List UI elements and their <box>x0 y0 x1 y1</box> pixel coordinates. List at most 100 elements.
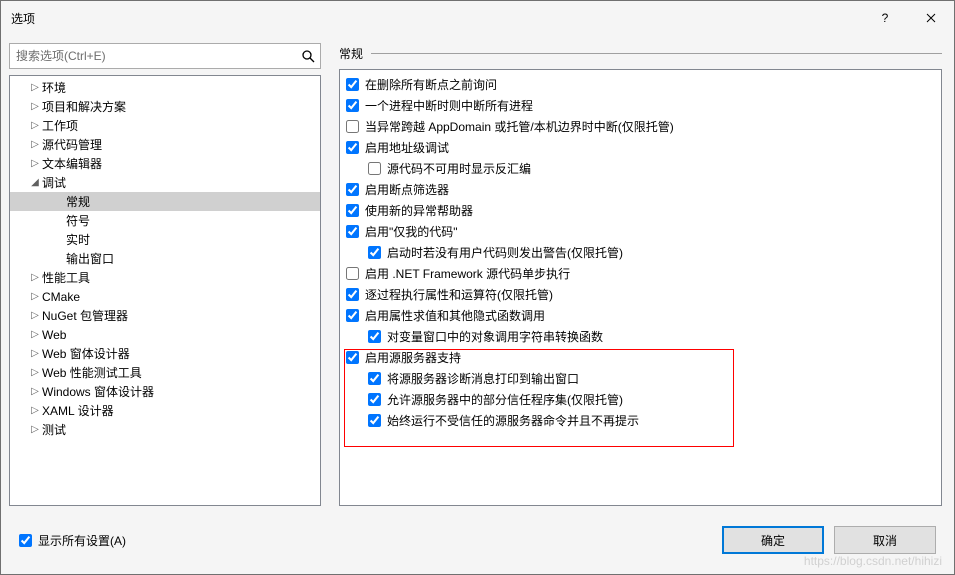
search-icon[interactable] <box>296 49 320 63</box>
option-item[interactable]: 对变量窗口中的对象调用字符串转换函数 <box>344 326 941 347</box>
option-checkbox[interactable] <box>368 246 381 259</box>
search-input[interactable] <box>10 49 296 63</box>
caret-icon: ▷ <box>28 386 42 397</box>
tree-item[interactable]: ▷测试 <box>10 420 320 439</box>
tree-item[interactable]: ▷性能工具 <box>10 268 320 287</box>
close-button[interactable] <box>908 1 954 35</box>
option-label: 将源服务器诊断消息打印到输出窗口 <box>387 370 579 387</box>
tree-item[interactable]: ▷源代码管理 <box>10 135 320 154</box>
tree-item-label: XAML 设计器 <box>42 402 114 419</box>
tree-item[interactable]: ▷NuGet 包管理器 <box>10 306 320 325</box>
option-checkbox[interactable] <box>346 204 359 217</box>
option-label: 启用"仅我的代码" <box>365 223 458 240</box>
options-list[interactable]: 在删除所有断点之前询问一个进程中断时则中断所有进程当异常跨越 AppDomain… <box>340 70 941 505</box>
watermark-text: https://blog.csdn.net/hihizi <box>804 554 942 568</box>
tree-item[interactable]: 符号 <box>10 211 320 230</box>
option-checkbox[interactable] <box>346 183 359 196</box>
option-item[interactable]: 始终运行不受信任的源服务器命令并且不再提示 <box>344 410 941 431</box>
option-checkbox[interactable] <box>346 225 359 238</box>
option-item[interactable]: 启用源服务器支持 <box>344 347 941 368</box>
option-checkbox[interactable] <box>346 351 359 364</box>
cancel-button[interactable]: 取消 <box>834 526 936 554</box>
caret-icon: ◢ <box>28 177 42 188</box>
option-item[interactable]: 启用属性求值和其他隐式函数调用 <box>344 305 941 326</box>
caret-icon: ▷ <box>28 120 42 131</box>
options-box: 在删除所有断点之前询问一个进程中断时则中断所有进程当异常跨越 AppDomain… <box>339 69 942 506</box>
option-item[interactable]: 源代码不可用时显示反汇编 <box>344 158 941 179</box>
option-checkbox[interactable] <box>346 309 359 322</box>
titlebar: 选项 ? <box>1 1 954 35</box>
caret-icon: ▷ <box>28 405 42 416</box>
option-label: 启用属性求值和其他隐式函数调用 <box>365 307 545 324</box>
option-label: 一个进程中断时则中断所有进程 <box>365 97 533 114</box>
tree-item[interactable]: 实时 <box>10 230 320 249</box>
tree-item-label: 环境 <box>42 79 66 96</box>
option-checkbox[interactable] <box>368 414 381 427</box>
tree-item[interactable]: ▷XAML 设计器 <box>10 401 320 420</box>
tree-item[interactable]: ▷文本编辑器 <box>10 154 320 173</box>
option-checkbox[interactable] <box>346 141 359 154</box>
tree-item[interactable]: ▷Windows 窗体设计器 <box>10 382 320 401</box>
option-checkbox[interactable] <box>368 162 381 175</box>
left-panel: ▷环境▷项目和解决方案▷工作项▷源代码管理▷文本编辑器◢调试常规符号实时输出窗口… <box>1 35 327 506</box>
option-item[interactable]: 启用"仅我的代码" <box>344 221 941 242</box>
option-item[interactable]: 启用断点筛选器 <box>344 179 941 200</box>
option-checkbox[interactable] <box>346 120 359 133</box>
help-button[interactable]: ? <box>862 1 908 35</box>
tree-item-label: Web 窗体设计器 <box>42 345 130 362</box>
option-label: 启用源服务器支持 <box>365 349 461 366</box>
search-field[interactable] <box>9 43 321 69</box>
tree-item[interactable]: ▷Web 窗体设计器 <box>10 344 320 363</box>
tree-item-label: Windows 窗体设计器 <box>42 383 154 400</box>
ok-button[interactable]: 确定 <box>722 526 824 554</box>
option-item[interactable]: 将源服务器诊断消息打印到输出窗口 <box>344 368 941 389</box>
caret-icon: ▷ <box>28 367 42 378</box>
caret-icon: ▷ <box>28 329 42 340</box>
caret-icon: ▷ <box>28 291 42 302</box>
option-checkbox[interactable] <box>368 330 381 343</box>
option-label: 允许源服务器中的部分信任程序集(仅限托管) <box>387 391 623 408</box>
option-checkbox[interactable] <box>346 267 359 280</box>
option-label: 源代码不可用时显示反汇编 <box>387 160 531 177</box>
option-item[interactable]: 启用地址级调试 <box>344 137 941 158</box>
option-item[interactable]: 允许源服务器中的部分信任程序集(仅限托管) <box>344 389 941 410</box>
option-item[interactable]: 当异常跨越 AppDomain 或托管/本机边界时中断(仅限托管) <box>344 116 941 137</box>
tree-item[interactable]: 输出窗口 <box>10 249 320 268</box>
option-item[interactable]: 在删除所有断点之前询问 <box>344 74 941 95</box>
panel-title: 常规 <box>339 45 363 62</box>
option-item[interactable]: 逐过程执行属性和运算符(仅限托管) <box>344 284 941 305</box>
tree-item[interactable]: ▷Web <box>10 325 320 344</box>
caret-icon: ▷ <box>28 82 42 93</box>
dialog-title: 选项 <box>11 10 862 27</box>
option-item[interactable]: 启动时若没有用户代码则发出警告(仅限托管) <box>344 242 941 263</box>
option-item[interactable]: 启用 .NET Framework 源代码单步执行 <box>344 263 941 284</box>
tree-item-label: Web 性能测试工具 <box>42 364 142 381</box>
option-label: 使用新的异常帮助器 <box>365 202 473 219</box>
options-dialog: 选项 ? ▷环境▷项目和解决方案▷工作项▷源代码管理▷文本编辑器◢调试常规符号实… <box>0 0 955 575</box>
option-checkbox[interactable] <box>346 78 359 91</box>
tree-item[interactable]: 常规 <box>10 192 320 211</box>
tree-item[interactable]: ▷CMake <box>10 287 320 306</box>
tree-item[interactable]: ◢调试 <box>10 173 320 192</box>
option-label: 对变量窗口中的对象调用字符串转换函数 <box>387 328 603 345</box>
option-checkbox[interactable] <box>368 393 381 406</box>
option-item[interactable]: 使用新的异常帮助器 <box>344 200 941 221</box>
option-item[interactable]: 一个进程中断时则中断所有进程 <box>344 95 941 116</box>
option-checkbox[interactable] <box>368 372 381 385</box>
tree-item-label: NuGet 包管理器 <box>42 307 128 324</box>
tree-item-label: 调试 <box>42 174 66 191</box>
show-all-settings[interactable]: 显示所有设置(A) <box>19 532 712 549</box>
option-checkbox[interactable] <box>346 99 359 112</box>
caret-icon: ▷ <box>28 310 42 321</box>
category-tree[interactable]: ▷环境▷项目和解决方案▷工作项▷源代码管理▷文本编辑器◢调试常规符号实时输出窗口… <box>9 75 321 506</box>
option-label: 始终运行不受信任的源服务器命令并且不再提示 <box>387 412 639 429</box>
show-all-label: 显示所有设置(A) <box>38 532 126 549</box>
tree-item-label: 测试 <box>42 421 66 438</box>
option-checkbox[interactable] <box>346 288 359 301</box>
tree-item[interactable]: ▷项目和解决方案 <box>10 97 320 116</box>
tree-item[interactable]: ▷Web 性能测试工具 <box>10 363 320 382</box>
tree-item[interactable]: ▷环境 <box>10 78 320 97</box>
show-all-checkbox[interactable] <box>19 534 32 547</box>
option-label: 启用地址级调试 <box>365 139 449 156</box>
tree-item[interactable]: ▷工作项 <box>10 116 320 135</box>
